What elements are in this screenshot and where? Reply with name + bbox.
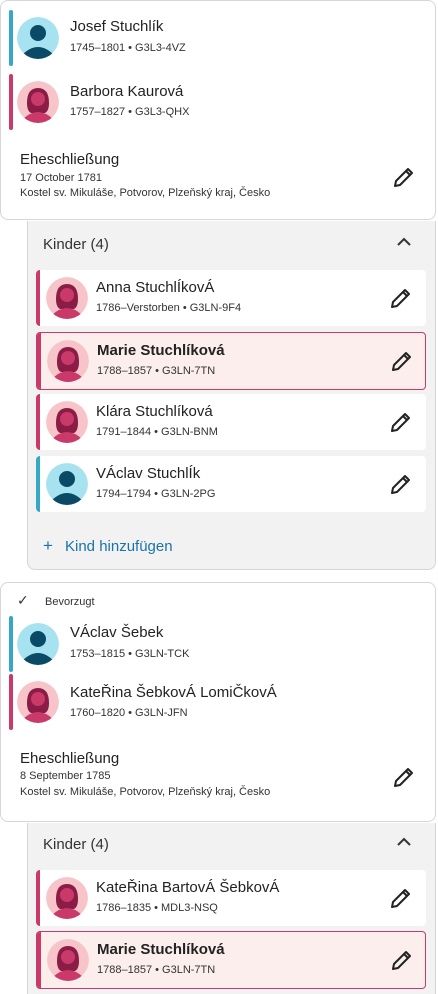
female-accent-bar (9, 74, 13, 130)
female-avatar-icon (47, 939, 89, 981)
mother-name[interactable]: KateŘina ŠebkovÁ LomiČkovÁ (70, 684, 277, 701)
mother-meta: 1760–1820 • G3LN-JFN (70, 707, 188, 719)
children-header: Kinder (4) (43, 236, 109, 253)
child-meta: 1786–1835 • MDL3-NSQ (96, 902, 218, 914)
preferred-label: Bevorzugt (45, 596, 95, 608)
mother-name[interactable]: Barbora Kaurová (70, 83, 183, 100)
marriage-title: Eheschließung (20, 151, 120, 168)
edit-child-button[interactable] (388, 471, 414, 497)
preferred-badge: ✓ Bevorzugt (17, 592, 95, 609)
father-name[interactable]: VÁclav Šebek (70, 624, 163, 641)
children-header: Kinder (4) (43, 836, 109, 853)
children-panel-1: Kinder (4) Anna StuchlÍkovÁ 1786–Verstor… (27, 221, 436, 570)
pencil-icon (391, 475, 410, 494)
child-meta: 1786–Verstorben • G3LN-9F4 (96, 302, 242, 314)
female-accent-bar (9, 674, 13, 730)
female-avatar-icon (17, 81, 59, 123)
father-row[interactable]: Josef Stuchlík 1745–1801 • G3L3-4VZ (9, 10, 429, 66)
children-panel-2: Kinder (4) KateŘina BartovÁ ŠebkovÁ 1786… (27, 823, 436, 994)
edit-child-button[interactable] (389, 947, 415, 973)
female-avatar-icon (47, 340, 89, 382)
child-meta: 1788–1857 • G3LN-7TN (97, 964, 216, 976)
check-icon: ✓ (17, 592, 29, 608)
marriage-place: Kostel sv. Mikuláše, Potvorov, Plzeňský … (20, 786, 271, 798)
edit-marriage-button[interactable] (391, 764, 417, 790)
chevron-up-icon[interactable] (395, 833, 413, 851)
edit-child-button[interactable] (388, 285, 414, 311)
pencil-icon (391, 413, 410, 432)
marriage-place: Kostel sv. Mikuláše, Potvorov, Plzeňský … (20, 187, 271, 199)
edit-marriage-button[interactable] (391, 164, 417, 190)
female-accent-bar (37, 333, 41, 389)
family-card-1: Josef Stuchlík 1745–1801 • G3L3-4VZ Barb… (0, 0, 436, 220)
child-name[interactable]: KateŘina BartovÁ ŠebkovÁ (96, 879, 279, 896)
pencil-icon (391, 289, 410, 308)
pencil-icon (391, 889, 410, 908)
mother-row[interactable]: Barbora Kaurová 1757–1827 • G3L3-QHX (9, 74, 429, 130)
male-avatar-icon (17, 623, 59, 665)
add-child-label: Kind hinzufügen (65, 538, 173, 555)
female-accent-bar (37, 932, 41, 988)
female-avatar-icon (46, 877, 88, 919)
child-name[interactable]: VÁclav StuchlÍk (96, 465, 200, 482)
edit-child-button[interactable] (388, 885, 414, 911)
male-accent-bar (36, 456, 40, 512)
edit-child-button[interactable] (389, 348, 415, 374)
chevron-up-icon[interactable] (395, 233, 413, 251)
child-card[interactable]: Klára Stuchlíková 1791–1844 • G3LN-BNM (36, 394, 426, 450)
family-card-2: VÁclav Šebek 1753–1815 • G3LN-TCK KateŘi… (0, 582, 436, 822)
pencil-icon (392, 951, 411, 970)
female-avatar-icon (46, 277, 88, 319)
mother-meta: 1757–1827 • G3L3-QHX (70, 106, 190, 118)
father-meta: 1753–1815 • G3LN-TCK (70, 648, 190, 660)
child-name[interactable]: Klára Stuchlíková (96, 403, 213, 420)
child-name[interactable]: Anna StuchlÍkovÁ (96, 279, 214, 296)
child-card[interactable]: Anna StuchlÍkovÁ 1786–Verstorben • G3LN-… (36, 270, 426, 326)
father-name[interactable]: Josef Stuchlík (70, 18, 163, 35)
add-child-button[interactable]: + Kind hinzufügen (43, 536, 173, 556)
child-name[interactable]: Marie Stuchlíková (97, 941, 225, 958)
child-card[interactable]: KateŘina BartovÁ ŠebkovÁ 1786–1835 • MDL… (36, 870, 426, 926)
child-name[interactable]: Marie Stuchlíková (97, 342, 225, 359)
marriage-date: 8 September 1785 (20, 770, 111, 782)
male-avatar-icon (17, 17, 59, 59)
child-card[interactable]: VÁclav StuchlÍk 1794–1794 • G3LN-2PG (36, 456, 426, 512)
female-accent-bar (36, 394, 40, 450)
marriage-title: Eheschließung (20, 750, 120, 767)
plus-icon: + (43, 536, 53, 555)
pencil-icon (394, 168, 413, 187)
mother-row[interactable]: KateŘina ŠebkovÁ LomiČkovÁ 1760–1820 • G… (9, 674, 429, 730)
marriage-date: 17 October 1781 (20, 172, 102, 184)
female-avatar-icon (46, 401, 88, 443)
female-accent-bar (36, 870, 40, 926)
male-accent-bar (9, 616, 13, 672)
father-meta: 1745–1801 • G3L3-4VZ (70, 42, 186, 54)
child-meta: 1794–1794 • G3LN-2PG (96, 488, 216, 500)
child-meta: 1791–1844 • G3LN-BNM (96, 426, 218, 438)
child-card-selected[interactable]: Marie Stuchlíková 1788–1857 • G3LN-7TN (36, 931, 426, 989)
pencil-icon (394, 768, 413, 787)
male-accent-bar (9, 10, 13, 66)
male-avatar-icon (46, 463, 88, 505)
child-card-selected[interactable]: Marie Stuchlíková 1788–1857 • G3LN-7TN (36, 332, 426, 390)
edit-child-button[interactable] (388, 409, 414, 435)
child-meta: 1788–1857 • G3LN-7TN (97, 365, 216, 377)
father-row[interactable]: VÁclav Šebek 1753–1815 • G3LN-TCK (9, 616, 429, 672)
female-accent-bar (36, 270, 40, 326)
pencil-icon (392, 352, 411, 371)
female-avatar-icon (17, 681, 59, 723)
